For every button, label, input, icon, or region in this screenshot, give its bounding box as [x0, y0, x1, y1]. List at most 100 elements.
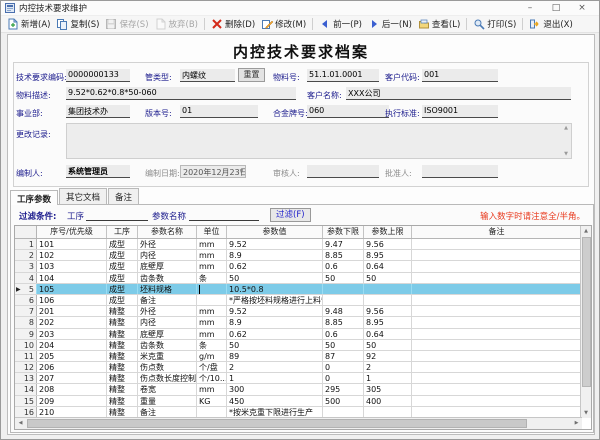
grid-cell[interactable]: 伤点数长度控制	[138, 373, 197, 383]
grid-cell[interactable]: 202	[37, 317, 107, 327]
grid-cell[interactable]: 精整	[107, 351, 138, 361]
grid-column-header[interactable]: 参数下限	[323, 226, 364, 238]
grid-cell[interactable]	[364, 284, 412, 294]
row-header-cell[interactable]: 6	[15, 295, 37, 305]
grid-cell[interactable]: 8.95	[364, 250, 412, 260]
table-row[interactable]: 13207精整伤点数长度控制个/10...101	[15, 373, 591, 384]
grid-cell[interactable]: 底壁厚	[138, 261, 197, 271]
alloy-field[interactable]: 060	[307, 105, 389, 118]
scroll-down-icon[interactable]: ▼	[581, 408, 591, 418]
grid-cell[interactable]: mm	[197, 317, 227, 327]
grid-cell[interactable]: 齿条数	[138, 340, 197, 350]
scroll-up-icon[interactable]: ▲	[581, 226, 591, 236]
table-row[interactable]: 3103成型底壁厚mm0.620.60.64	[15, 261, 591, 272]
grid-cell[interactable]: 卷宽	[138, 384, 197, 394]
grid-cell[interactable]: 101	[37, 239, 107, 249]
grid-cell[interactable]: 底壁厚	[138, 329, 197, 339]
filter-param-input[interactable]	[189, 209, 259, 221]
grid-cell[interactable]: 0	[323, 373, 364, 383]
row-header-cell[interactable]: 11	[15, 351, 37, 361]
grid-cell[interactable]: 450	[227, 396, 323, 406]
grid-cell[interactable]	[197, 284, 227, 294]
tab-remarks[interactable]: 备注	[108, 188, 139, 205]
print-button[interactable]: 打印(S)	[470, 17, 519, 31]
grid-cell[interactable]: 209	[37, 396, 107, 406]
grid-cell[interactable]: 0.64	[364, 261, 412, 271]
table-row[interactable]: 6106成型备注*严格按坯料规格进行上料*	[15, 295, 591, 306]
grid-cell[interactable]: 精整	[107, 362, 138, 372]
grid-cell[interactable]: mm	[197, 261, 227, 271]
grid-cell[interactable]: 206	[37, 362, 107, 372]
table-row[interactable]: 8202精整内径mm8.98.858.95	[15, 317, 591, 328]
grid-cell[interactable]: 10.5*0.8	[227, 284, 323, 294]
scrollbar-thumb[interactable]	[27, 419, 527, 428]
version-field[interactable]: 01	[180, 105, 258, 118]
grid-cell[interactable]: 305	[364, 384, 412, 394]
grid-cell[interactable]	[412, 396, 582, 406]
grid-cell[interactable]: 1	[227, 373, 323, 383]
grid-cell[interactable]	[412, 250, 582, 260]
grid-cell[interactable]: 精整	[107, 407, 138, 417]
grid-cell[interactable]: 坯料规格	[138, 284, 197, 294]
grid-cell[interactable]: 精整	[107, 317, 138, 327]
maximize-button[interactable]: □	[543, 1, 569, 15]
grid-cell[interactable]: 87	[323, 351, 364, 361]
grid-cell[interactable]: 9.56	[364, 239, 412, 249]
grid-cell[interactable]: 0.6	[323, 329, 364, 339]
row-header-cell[interactable]: 2	[15, 250, 37, 260]
grid-cell[interactable]: KG	[197, 396, 227, 406]
grid-cell[interactable]	[197, 407, 227, 417]
grid-cell[interactable]: 50	[364, 273, 412, 283]
grid-cell[interactable]: 9.52	[227, 239, 323, 249]
row-header-cell[interactable]: 4	[15, 273, 37, 283]
grid-cell[interactable]: 外径	[138, 306, 197, 316]
delete-button[interactable]: 删除(D)	[208, 17, 258, 31]
minimize-button[interactable]: –	[517, 1, 543, 15]
table-row[interactable]: 12206精整伤点数个/盘202	[15, 362, 591, 373]
grid-cell[interactable]: 1	[364, 373, 412, 383]
chevron-down-icon[interactable]: ∨	[239, 167, 244, 175]
reset-button[interactable]: 重置	[238, 68, 265, 82]
grid-cell[interactable]: 103	[37, 261, 107, 271]
prev-button[interactable]: 前一(P)	[316, 17, 365, 31]
grid-column-header[interactable]: 工序	[107, 226, 138, 238]
customer-code-field[interactable]: 001	[422, 69, 498, 82]
table-row[interactable]: ▶5105成型坯料规格10.5*0.8	[15, 284, 591, 295]
grid-column-header[interactable]: 参数上限	[364, 226, 412, 238]
grid-cell[interactable]: 0.62	[227, 261, 323, 271]
copy-button[interactable]: 复制(S)	[53, 17, 102, 31]
grid-cell[interactable]: 内径	[138, 250, 197, 260]
grid-cell[interactable]: 9.48	[323, 306, 364, 316]
grid-cell[interactable]: 207	[37, 373, 107, 383]
grid-cell[interactable]	[412, 384, 582, 394]
grid-cell[interactable]: 0	[323, 362, 364, 372]
material-no-field[interactable]: 51.1.01.0001	[307, 69, 379, 82]
row-header-cell[interactable]: 9	[15, 329, 37, 339]
grid-column-header[interactable]: 序号/优先级	[37, 226, 107, 238]
tab-process-params[interactable]: 工序参数	[10, 190, 58, 205]
grid-cell[interactable]	[412, 284, 582, 294]
grid-cell[interactable]: 102	[37, 250, 107, 260]
grid-cell[interactable]: g/m	[197, 351, 227, 361]
grid-cell[interactable]	[412, 340, 582, 350]
table-row[interactable]: 11205精整米克重g/m898792	[15, 351, 591, 362]
scrollbar-thumb[interactable]	[582, 237, 591, 387]
grid-cell[interactable]: 精整	[107, 329, 138, 339]
grid-cell[interactable]	[364, 295, 412, 305]
grid-cell[interactable]: 50	[227, 273, 323, 283]
row-header-cell[interactable]: 1	[15, 239, 37, 249]
grid-cell[interactable]	[412, 317, 582, 327]
grid-cell[interactable]	[197, 295, 227, 305]
grid-cell[interactable]: 外径	[138, 239, 197, 249]
customer-name-field[interactable]: XXX公司	[346, 87, 571, 100]
tab-other-docs[interactable]: 其它文档	[59, 188, 107, 205]
table-row[interactable]: 2102成型内径mm8.98.858.95	[15, 250, 591, 261]
row-header-cell[interactable]: 10	[15, 340, 37, 350]
table-row[interactable]: 1101成型外径mm9.529.479.56	[15, 239, 591, 250]
grid-cell[interactable]: 精整	[107, 340, 138, 350]
tech-code-field[interactable]: 0000000133	[66, 69, 130, 82]
close-button[interactable]: ×	[569, 1, 595, 15]
grid-cell[interactable]: 104	[37, 273, 107, 283]
grid-cell[interactable]	[412, 239, 582, 249]
grid-cell[interactable]: 105	[37, 284, 107, 294]
